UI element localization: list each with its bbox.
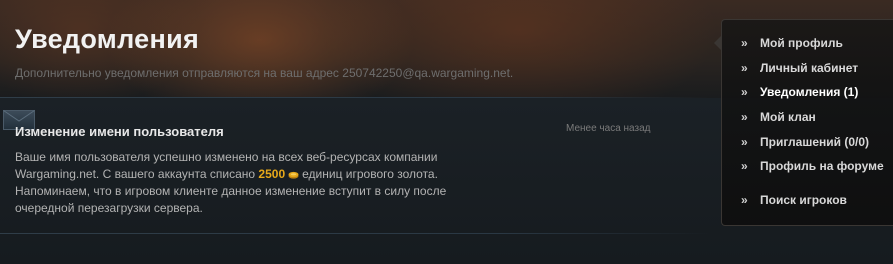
sidebar-item-player-search[interactable]: » Поиск игроков: [741, 193, 847, 207]
double-chevron-right-icon: »: [741, 36, 748, 50]
sidebar-item-forum-profile[interactable]: » Профиль на форуме: [741, 159, 884, 173]
double-chevron-right-icon: »: [741, 110, 748, 124]
sidebar-item-label: Мой клан: [760, 110, 816, 124]
sidebar-item-label: Мой профиль: [760, 36, 843, 50]
sidebar-item-notifications[interactable]: » Уведомления (1): [741, 85, 858, 99]
double-chevron-right-icon: »: [741, 193, 748, 207]
sidebar-item-label: Поиск игроков: [760, 193, 847, 207]
notification-divider-bottom: [0, 233, 710, 234]
notification-body: Ваше имя пользователя успешно изменено н…: [15, 149, 455, 217]
gold-coin-icon: [288, 171, 299, 179]
page-title: Уведомления: [15, 24, 200, 54]
sidebar-item-invitations[interactable]: » Приглашений (0/0): [741, 135, 869, 149]
sidebar-item-my-profile[interactable]: » Мой профиль: [741, 36, 843, 50]
double-chevron-right-icon: »: [741, 135, 748, 149]
page-subtitle: Дополнительно уведомления отправляются н…: [15, 66, 514, 80]
double-chevron-right-icon: »: [741, 61, 748, 75]
sidebar-item-label: Уведомления (1): [760, 85, 859, 99]
notification-time: Менее часа назад: [566, 123, 651, 134]
double-chevron-right-icon: »: [741, 159, 748, 173]
sidebar-item-my-clan[interactable]: » Мой клан: [741, 110, 816, 124]
double-chevron-right-icon: »: [741, 85, 748, 99]
sidebar-item-personal-account[interactable]: » Личный кабинет: [741, 61, 858, 75]
notification-divider-top: [0, 97, 710, 98]
sidebar-item-label: Личный кабинет: [760, 61, 859, 75]
sidebar-item-label: Профиль на форуме: [760, 159, 884, 173]
sidebar-item-label: Приглашений (0/0): [760, 135, 870, 149]
notification-title: Изменение имени пользователя: [15, 124, 224, 139]
gold-amount: 2500: [258, 167, 286, 181]
